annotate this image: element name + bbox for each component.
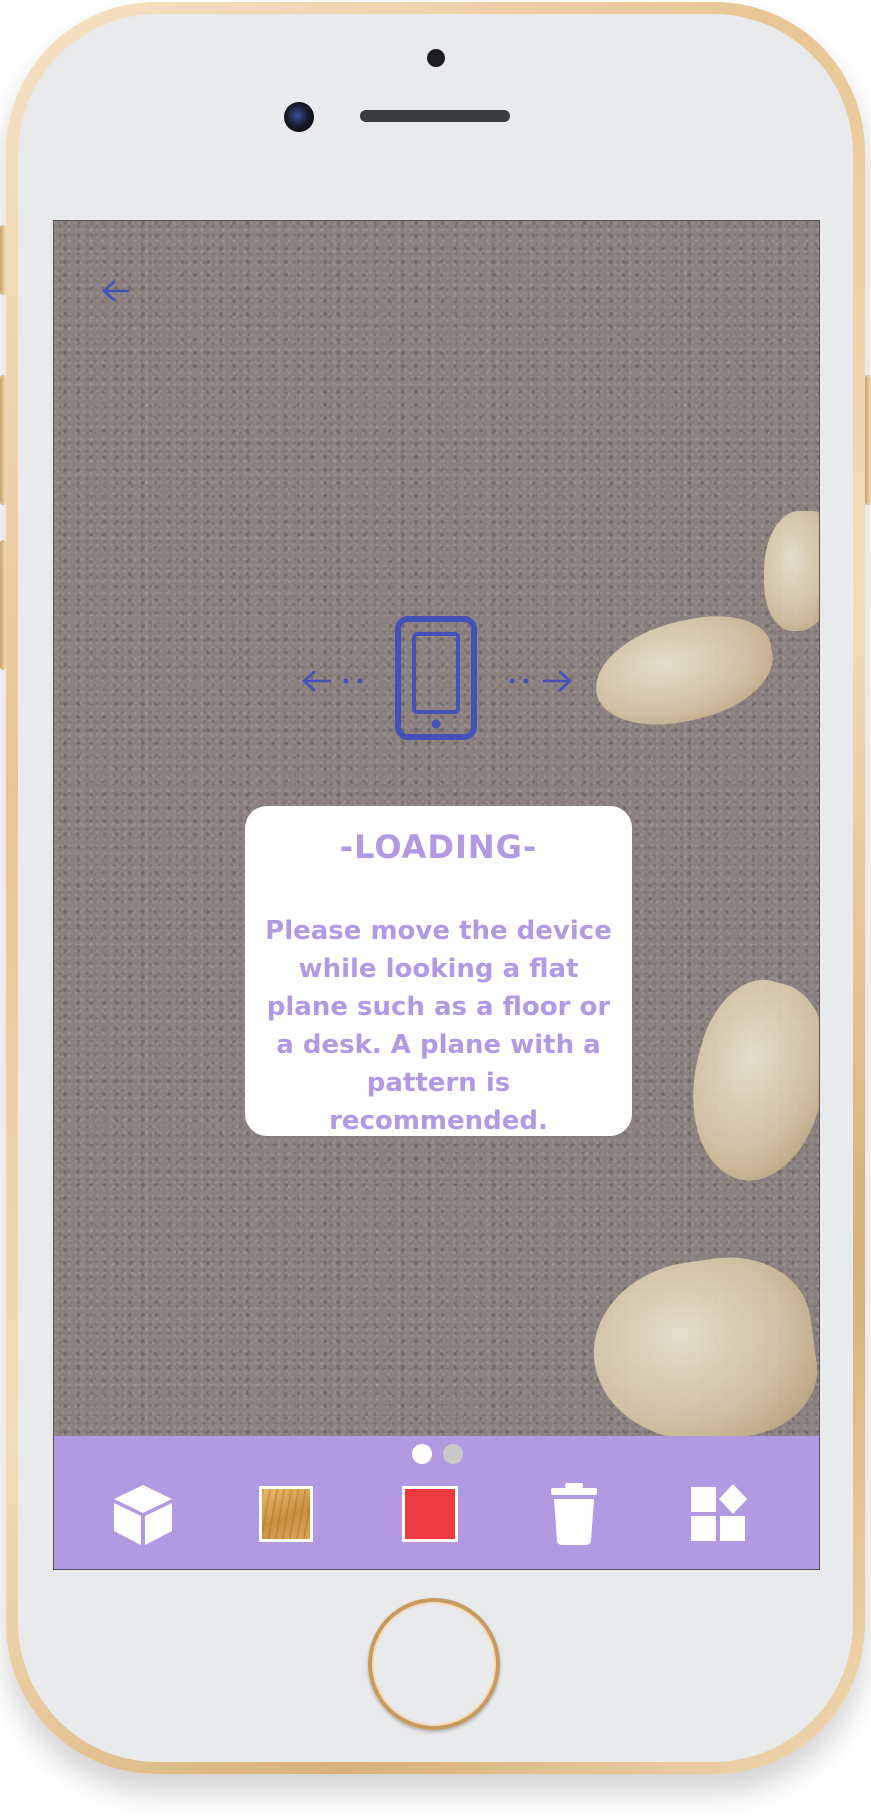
front-camera-icon bbox=[284, 102, 314, 132]
silent-switch bbox=[0, 225, 6, 295]
page-indicator bbox=[412, 1444, 463, 1464]
cube-button[interactable] bbox=[110, 1481, 176, 1547]
arrow-left-icon bbox=[102, 280, 130, 302]
back-button[interactable] bbox=[96, 271, 136, 311]
texture-wood-button[interactable] bbox=[253, 1481, 319, 1547]
wood-texture-swatch bbox=[259, 1486, 313, 1542]
trash-icon bbox=[551, 1483, 597, 1545]
loading-dialog: -LOADING- Please move the device while l… bbox=[245, 806, 632, 1136]
page-dot-2[interactable] bbox=[443, 1444, 463, 1464]
shapes-icon bbox=[691, 1484, 747, 1541]
app-screen: -LOADING- Please move the device while l… bbox=[53, 220, 820, 1570]
cube-icon bbox=[114, 1485, 172, 1545]
volume-down-button bbox=[0, 540, 6, 670]
red-color-swatch bbox=[402, 1486, 458, 1542]
move-device-hint bbox=[294, 611, 594, 751]
shapes-button[interactable] bbox=[685, 1481, 751, 1547]
bottom-toolbar bbox=[54, 1436, 819, 1569]
dialog-message: Please move the device while looking a f… bbox=[265, 916, 612, 1136]
volume-up-button bbox=[0, 375, 6, 505]
home-button[interactable] bbox=[368, 1598, 500, 1730]
color-red-button[interactable] bbox=[397, 1481, 463, 1547]
delete-button[interactable] bbox=[541, 1481, 607, 1547]
proximity-sensor bbox=[427, 49, 445, 67]
power-button bbox=[865, 375, 871, 505]
dialog-title: -LOADING- bbox=[339, 828, 538, 866]
earpiece-speaker bbox=[360, 110, 510, 122]
phone-move-icon bbox=[302, 616, 572, 740]
page-dot-1[interactable] bbox=[412, 1444, 432, 1464]
